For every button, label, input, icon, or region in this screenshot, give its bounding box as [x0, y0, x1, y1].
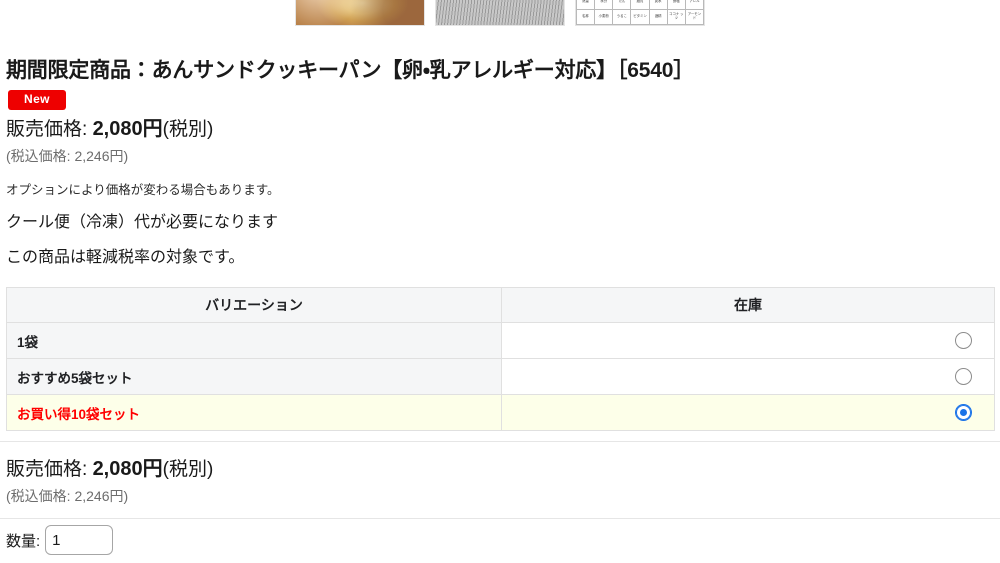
- variation-stock-cell[interactable]: [501, 322, 995, 359]
- price-tax-included: (税込価格: 2,246円): [6, 148, 129, 164]
- price-amount: 2,080円: [92, 118, 163, 140]
- table-row: 熱量 水分 たん 脂質 炭水 食塩 アレル: [576, 0, 704, 10]
- quantity-input[interactable]: [45, 525, 114, 555]
- mini-cell: 脂質: [630, 0, 650, 10]
- product-gallery-thumbnails: 熱量 水分 たん 脂質 炭水 食塩 アレル 名称 小麦粉 うるこ ピタミン 酒精…: [0, 0, 1000, 26]
- price-block-bottom: 販売価格: 2,080円(税別) (税込価格: 2,246円): [6, 456, 213, 507]
- variation-name: おすすめ5袋セット: [6, 358, 502, 395]
- column-header-stock: 在庫: [501, 287, 995, 323]
- mini-cell: ピタミン: [630, 9, 650, 25]
- variation-name: 1袋: [6, 322, 502, 359]
- price-tax-note: (税別): [162, 459, 214, 480]
- quantity-label: 数量:: [6, 532, 41, 550]
- thumbnail-product-photo-bread[interactable]: [295, 0, 425, 26]
- variation-stock-cell[interactable]: [501, 394, 995, 431]
- table-row[interactable]: おすすめ5袋セット: [6, 358, 995, 395]
- badge-row: New: [8, 90, 66, 110]
- mini-cell: 水分: [594, 0, 614, 10]
- page-title: 期間限定商品：あんサンドクッキーパン【卵・乳アレルギー対応】［6540］: [6, 59, 694, 83]
- variation-radio-2[interactable]: [955, 367, 972, 385]
- quantity-row: 数量:: [6, 525, 114, 555]
- price-line: 販売価格: 2,080円(税別): [6, 116, 213, 143]
- mini-cell: 炭水: [648, 0, 668, 10]
- note-option-price: オプションにより価格が変わる場合もあります。: [6, 183, 280, 197]
- variation-table: バリエーション 在庫 1袋 おすすめ5袋セット お買い得10袋セット: [6, 287, 995, 431]
- variation-name: お買い得10袋セット: [6, 394, 502, 431]
- price-label: 販売価格:: [6, 459, 88, 480]
- note-cool-delivery: クール便（冷凍）代が必要になります: [6, 214, 279, 231]
- thumbnail-product-photo-tray[interactable]: [435, 0, 565, 26]
- table-row: 名称 小麦粉 うるこ ピタミン 酒精 ココナ ッツ アーモン ド: [576, 9, 704, 25]
- price-tax-note: (税別): [162, 119, 214, 140]
- mini-cell: 酒精: [648, 9, 668, 25]
- mini-cell: アーモン ド: [684, 9, 704, 25]
- table-row[interactable]: お買い得10袋セット: [6, 394, 995, 431]
- price-label: 販売価格:: [6, 119, 88, 140]
- mini-cell: 食塩: [666, 0, 686, 10]
- variation-radio-1[interactable]: [955, 331, 972, 349]
- price-line: 販売価格: 2,080円(税別): [6, 456, 213, 483]
- column-header-variation: バリエーション: [6, 287, 502, 323]
- note-reduced-tax: この商品は軽減税率の対象です。: [6, 249, 245, 266]
- price-block-top: 販売価格: 2,080円(税別) (税込価格: 2,246円): [6, 116, 213, 167]
- table-header-row: バリエーション 在庫: [6, 287, 995, 323]
- variation-stock-cell[interactable]: [501, 358, 995, 395]
- price-tax-included: (税込価格: 2,246円): [6, 488, 129, 504]
- status-badge-new: New: [8, 90, 66, 110]
- variation-radio-3-selected[interactable]: [955, 403, 972, 421]
- section-divider-top: [0, 441, 1000, 442]
- thumbnail-product-nutrition-table[interactable]: 熱量 水分 たん 脂質 炭水 食塩 アレル 名称 小麦粉 うるこ ピタミン 酒精…: [575, 0, 705, 26]
- mini-cell: うるこ: [612, 9, 632, 25]
- price-amount: 2,080円: [92, 458, 163, 480]
- mini-cell: 小麦粉: [594, 9, 614, 25]
- mini-cell: アレル: [684, 0, 704, 10]
- table-row[interactable]: 1袋: [6, 322, 995, 359]
- mini-cell: ココナ ッツ: [666, 9, 686, 25]
- mini-cell: 名称: [576, 9, 596, 25]
- mini-cell: 熱量: [576, 0, 596, 10]
- section-divider-bottom: [0, 518, 1000, 519]
- mini-cell: たん: [612, 0, 632, 10]
- nutrition-mini-table: 熱量 水分 たん 脂質 炭水 食塩 アレル 名称 小麦粉 うるこ ピタミン 酒精…: [576, 0, 704, 25]
